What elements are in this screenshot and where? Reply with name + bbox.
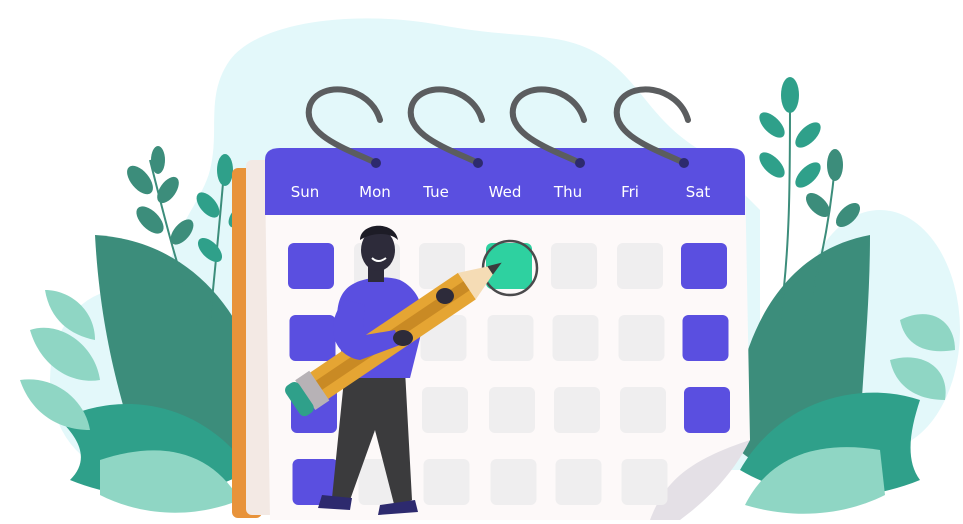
calendar-date-cell	[555, 459, 602, 505]
ring-hole	[679, 158, 689, 168]
person-hand	[393, 330, 413, 346]
calendar-date-cell	[289, 315, 336, 361]
weekday-label-fri: Fri	[621, 183, 639, 201]
leaf-icon	[759, 152, 785, 178]
weekday-label-sun: Sun	[291, 183, 320, 201]
weekday-label-sat: Sat	[686, 183, 711, 201]
weekday-label-mon: Mon	[359, 183, 391, 201]
calendar-date-cell	[551, 243, 597, 289]
ring-hole	[473, 158, 483, 168]
weekday-label-thu: Thu	[553, 183, 582, 201]
calendar-date-cell	[487, 315, 534, 361]
calendar-date-cell	[554, 387, 600, 433]
calendar-date-cell	[620, 387, 666, 433]
calendar-date-cell	[682, 315, 729, 361]
leaf-icon	[781, 77, 799, 113]
calendar-date-cell	[422, 387, 468, 433]
calendar-date-cell	[489, 387, 535, 433]
leaf-icon	[795, 162, 821, 188]
weekday-label-tue: Tue	[422, 183, 449, 201]
calendar-date-cell	[490, 459, 537, 505]
ring-hole	[575, 158, 585, 168]
calendar-date-cell	[552, 315, 599, 361]
calendar-date-cell	[681, 243, 727, 289]
person-hand	[436, 288, 454, 304]
leaf-icon	[827, 149, 843, 181]
weekday-label-wed: Wed	[489, 183, 522, 201]
ring-hole	[371, 158, 381, 168]
leaf-icon	[795, 122, 821, 148]
leaf-icon	[217, 154, 233, 186]
leaf-icon	[759, 112, 785, 138]
calendar-date-cell	[618, 315, 665, 361]
calendar-date-cell	[621, 459, 668, 505]
calendar-date-cell	[288, 243, 334, 289]
calendar-date-cell	[423, 459, 470, 505]
calendar-illustration: Sun Mon Tue Wed Thu Fri Sat	[20, 18, 960, 520]
leaf-icon	[151, 146, 165, 174]
calendar-date-cell	[617, 243, 663, 289]
calendar-date-cell	[684, 387, 730, 433]
